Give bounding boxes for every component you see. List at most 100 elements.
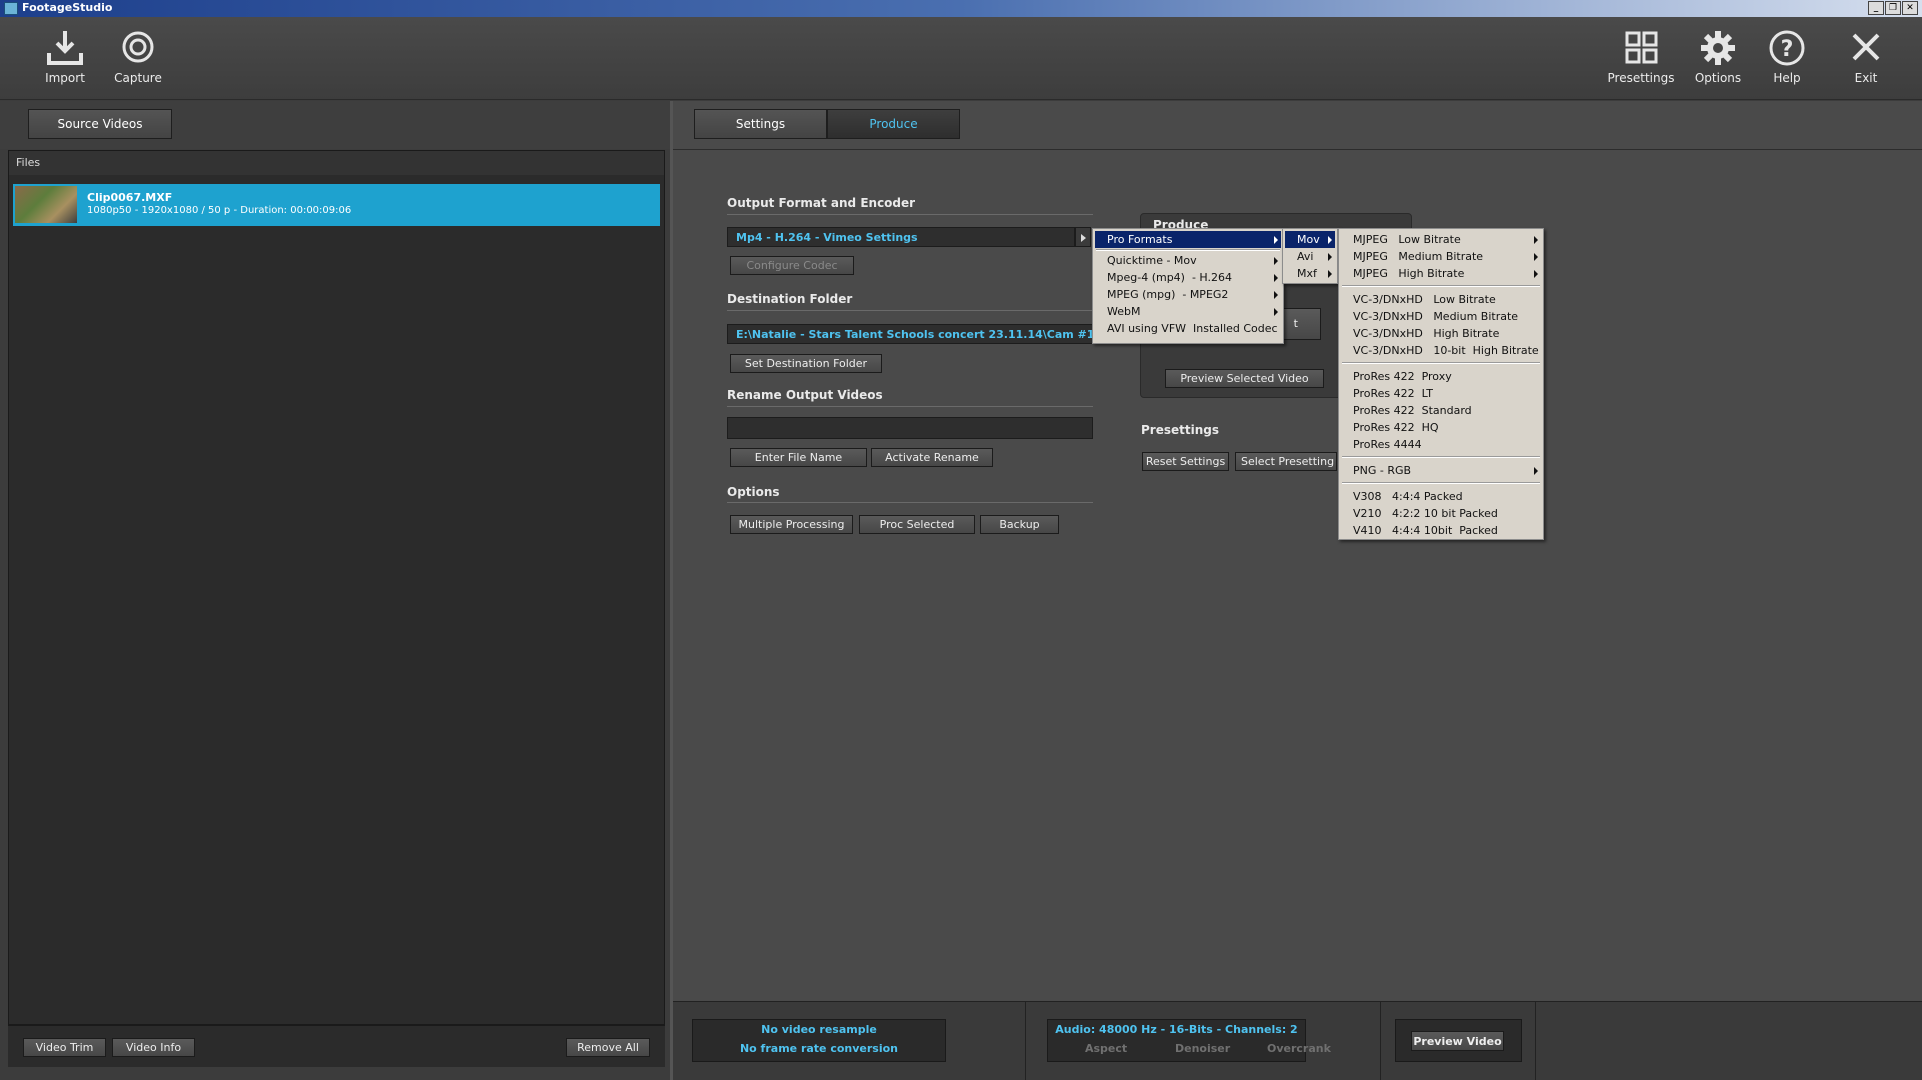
multiple-processing-button[interactable]: Multiple Processing bbox=[730, 515, 853, 534]
maximize-button[interactable]: ❐ bbox=[1885, 1, 1901, 15]
destination-title: Destination Folder bbox=[727, 292, 853, 306]
exit-label: Exit bbox=[1854, 71, 1878, 85]
preview-selected-video-button[interactable]: Preview Selected Video bbox=[1165, 369, 1324, 388]
menu-item-label: Avi bbox=[1297, 250, 1314, 263]
menu-item-label: ProRes 4444 bbox=[1353, 438, 1422, 451]
video-info-button[interactable]: Video Info bbox=[112, 1038, 195, 1057]
rename-input[interactable] bbox=[727, 417, 1093, 439]
menu-item[interactable]: V210 4:2:2 10 bit Packed bbox=[1341, 505, 1541, 522]
menu-item[interactable]: Mxf bbox=[1285, 265, 1335, 282]
menu-item[interactable]: VC-3/DNxHD 10-bit High Bitrate bbox=[1341, 342, 1541, 359]
rename-title: Rename Output Videos bbox=[727, 388, 883, 402]
import-label: Import bbox=[45, 71, 85, 85]
presettings-button[interactable]: Presettings bbox=[1606, 29, 1676, 97]
exit-button[interactable]: Exit bbox=[1834, 29, 1898, 97]
menu-item[interactable]: MPEG (mpg) - MPEG2 bbox=[1095, 286, 1281, 303]
file-row[interactable]: Clip0067.MXF 1080p50 - 1920x1080 / 50 p … bbox=[13, 184, 660, 226]
set-destination-button[interactable]: Set Destination Folder bbox=[730, 354, 882, 373]
output-format-arrow[interactable] bbox=[1075, 227, 1091, 247]
menu-item[interactable]: MJPEG Low Bitrate bbox=[1341, 231, 1541, 248]
close-window-button[interactable]: ✕ bbox=[1902, 1, 1918, 15]
menu-item[interactable]: AVI using VFW Installed Codec bbox=[1095, 320, 1281, 337]
import-button[interactable]: Import bbox=[33, 29, 97, 97]
submenu-arrow-icon bbox=[1274, 236, 1278, 244]
menu-item[interactable]: WebM bbox=[1095, 303, 1281, 320]
menu-item-label: MJPEG Medium Bitrate bbox=[1353, 250, 1484, 263]
download-icon bbox=[47, 31, 83, 65]
help-button[interactable]: ? Help bbox=[1755, 29, 1819, 97]
menu-item-label: ProRes 422 HQ bbox=[1353, 421, 1439, 434]
menu-item[interactable]: VC-3/DNxHD Medium Bitrate bbox=[1341, 308, 1541, 325]
tab-settings[interactable]: Settings bbox=[694, 109, 827, 139]
menu-item-label: VC-3/DNxHD Medium Bitrate bbox=[1353, 310, 1519, 323]
output-format-title: Output Format and Encoder bbox=[727, 196, 916, 210]
menu-item[interactable]: Quicktime - Mov bbox=[1095, 252, 1281, 269]
menu-item[interactable]: Mov bbox=[1285, 231, 1335, 248]
presettings-label: Presettings bbox=[1607, 71, 1675, 85]
menu-item[interactable]: Pro Formats bbox=[1095, 231, 1281, 248]
submenu-arrow-icon bbox=[1274, 291, 1278, 299]
menu-item-label: Mov bbox=[1297, 233, 1320, 246]
output-format-select[interactable]: Mp4 - H.264 - Vimeo Settings bbox=[727, 227, 1075, 247]
menu-item[interactable]: V308 4:4:4 Packed bbox=[1341, 488, 1541, 505]
remove-all-button[interactable]: Remove All bbox=[566, 1038, 650, 1057]
toolbar: Import Capture Presettings Options ? Hel… bbox=[0, 17, 1922, 100]
menu-item[interactable]: ProRes 422 LT bbox=[1341, 385, 1541, 402]
files-header: Files bbox=[9, 151, 664, 175]
select-presetting-button[interactable]: Select Presetting bbox=[1235, 452, 1337, 471]
resample-status: No video resample bbox=[761, 1023, 877, 1036]
proc-selected-button[interactable]: Proc Selected bbox=[859, 515, 975, 534]
reset-settings-button[interactable]: Reset Settings bbox=[1142, 452, 1229, 471]
menu-separator bbox=[1342, 482, 1540, 484]
menu-item[interactable]: ProRes 422 Proxy bbox=[1341, 368, 1541, 385]
preview-video-box: Preview Video bbox=[1395, 1019, 1522, 1062]
menu-item-label: V410 4:4:4 10bit Packed bbox=[1353, 524, 1498, 537]
left-panel-footer: Video Trim Video Info Remove All bbox=[8, 1025, 665, 1067]
capture-button[interactable]: Capture bbox=[106, 29, 170, 97]
video-trim-button[interactable]: Video Trim bbox=[23, 1038, 106, 1057]
section-divider bbox=[727, 502, 1093, 503]
menu-item[interactable]: VC-3/DNxHD High Bitrate bbox=[1341, 325, 1541, 342]
configure-codec-button[interactable]: Configure Codec bbox=[730, 256, 854, 275]
section-divider bbox=[727, 214, 1093, 215]
source-videos-tab[interactable]: Source Videos bbox=[28, 109, 172, 139]
menu-item[interactable]: ProRes 422 Standard bbox=[1341, 402, 1541, 419]
menu-item-label: VC-3/DNxHD High Bitrate bbox=[1353, 327, 1500, 340]
menu-separator bbox=[1096, 249, 1280, 251]
backup-button[interactable]: Backup bbox=[980, 515, 1059, 534]
options-button[interactable]: Options bbox=[1686, 29, 1750, 97]
overcrank-label: Overcrank bbox=[1267, 1042, 1331, 1055]
section-divider bbox=[727, 406, 1093, 407]
menu-item[interactable]: V410 4:4:4 10bit Packed bbox=[1341, 522, 1541, 539]
menu-item-label: VC-3/DNxHD Low Bitrate bbox=[1353, 293, 1496, 306]
menu-separator bbox=[1342, 362, 1540, 364]
pro-formats-submenu: Mov Avi Mxf bbox=[1282, 228, 1338, 284]
menu-item[interactable]: Mpeg-4 (mp4) - H.264 bbox=[1095, 269, 1281, 286]
tab-produce[interactable]: Produce bbox=[827, 109, 960, 139]
menu-item-label: AVI using VFW Installed Codec bbox=[1107, 322, 1278, 335]
close-icon bbox=[1852, 33, 1880, 61]
menu-item[interactable]: PNG - RGB bbox=[1341, 462, 1541, 479]
menu-item-label: Pro Formats bbox=[1107, 233, 1173, 246]
submenu-arrow-icon bbox=[1328, 236, 1332, 244]
submenu-arrow-icon bbox=[1328, 270, 1332, 278]
menu-item-label: ProRes 422 LT bbox=[1353, 387, 1433, 400]
gear-icon bbox=[1701, 31, 1735, 65]
menu-item[interactable]: ProRes 4444 bbox=[1341, 436, 1541, 453]
menu-item-label: VC-3/DNxHD 10-bit High Bitrate bbox=[1353, 344, 1539, 357]
preview-video-button[interactable]: Preview Video bbox=[1411, 1031, 1504, 1051]
menu-item[interactable]: ProRes 422 HQ bbox=[1341, 419, 1541, 436]
status-divider bbox=[1025, 1002, 1026, 1080]
activate-rename-button[interactable]: Activate Rename bbox=[871, 448, 993, 467]
destination-path-field[interactable]: E:\Natalie - Stars Talent Schools concer… bbox=[727, 324, 1093, 344]
menu-item[interactable]: VC-3/DNxHD Low Bitrate bbox=[1341, 291, 1541, 308]
submenu-arrow-icon bbox=[1534, 253, 1538, 261]
menu-separator bbox=[1342, 285, 1540, 287]
menu-item[interactable]: MJPEG Medium Bitrate bbox=[1341, 248, 1541, 265]
menu-item[interactable]: MJPEG High Bitrate bbox=[1341, 265, 1541, 282]
title-bar: FootageStudio _ ❐ ✕ bbox=[0, 0, 1922, 17]
menu-item[interactable]: Avi bbox=[1285, 248, 1335, 265]
minimize-button[interactable]: _ bbox=[1868, 1, 1884, 15]
status-bar: No video resample No frame rate conversi… bbox=[673, 1001, 1922, 1080]
enter-file-name-button[interactable]: Enter File Name bbox=[730, 448, 867, 467]
